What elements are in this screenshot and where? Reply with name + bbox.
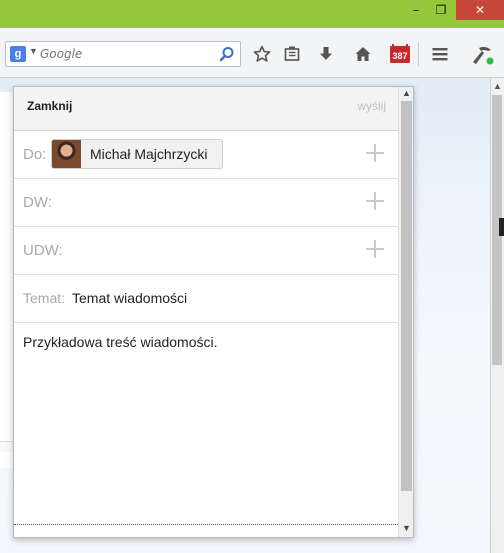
recipient-name: Michał Majchrzycki (90, 146, 208, 162)
calendar-badge-count: 387 (392, 51, 407, 61)
add-recipient-icon[interactable] (364, 142, 386, 164)
search-input[interactable] (40, 45, 220, 63)
scroll-up-icon[interactable]: ▲ (402, 88, 411, 98)
body-bottom-border (14, 524, 398, 525)
bookmark-star-icon[interactable] (250, 42, 274, 66)
compose-panel: Zamknij wyślij Do: Michał Majchrzycki DW… (13, 86, 414, 538)
add-bcc-icon[interactable] (364, 238, 386, 260)
to-label: Do: (23, 146, 47, 163)
cc-label: DW: (23, 194, 52, 211)
avatar (52, 140, 81, 168)
recipient-chip[interactable]: Michał Majchrzycki (51, 139, 223, 169)
subject-label: Temat: (23, 290, 66, 306)
compose-header: Zamknij wyślij (14, 87, 398, 131)
chevron-down-icon[interactable]: ▼ (29, 46, 38, 56)
menu-icon[interactable] (428, 42, 452, 66)
restore-button[interactable]: ❐ (428, 0, 454, 20)
close-window-button[interactable]: ✕ (456, 0, 504, 20)
scroll-up-icon[interactable]: ▲ (493, 81, 502, 91)
addon-icon[interactable] (470, 42, 494, 66)
page-content-strip (0, 92, 14, 442)
compose-scrollbar[interactable]: ▲ ▼ (398, 87, 413, 537)
bcc-row[interactable]: UDW: (14, 227, 398, 275)
page-content-strip (0, 452, 14, 468)
browser-toolbar: g ▼ 387 (0, 28, 504, 78)
cc-row[interactable]: DW: (14, 179, 398, 227)
bcc-label: UDW: (23, 242, 63, 259)
close-compose-button[interactable]: Zamknij (27, 99, 72, 113)
search-box[interactable]: g ▼ (5, 41, 241, 67)
add-cc-icon[interactable] (364, 190, 386, 212)
calendar-icon[interactable]: 387 (388, 42, 412, 66)
to-row[interactable]: Do: Michał Majchrzycki (14, 131, 398, 179)
toolbar-separator (418, 42, 419, 66)
search-engine-icon[interactable]: g (10, 46, 26, 62)
compose-scrollbar-thumb[interactable] (401, 101, 412, 491)
page-edge-marker (499, 218, 504, 236)
window-titlebar: – ❐ ✕ (0, 0, 504, 28)
reading-list-icon[interactable] (280, 42, 304, 66)
subject-row[interactable]: Temat: Temat wiadomości (14, 275, 398, 323)
send-button[interactable]: wyślij (357, 99, 386, 113)
search-go-icon[interactable] (219, 46, 235, 62)
subject-field[interactable]: Temat wiadomości (72, 290, 187, 306)
message-body[interactable]: Przykładowa treść wiadomości. (23, 334, 218, 350)
minimize-button[interactable]: – (404, 0, 428, 20)
download-icon[interactable] (314, 42, 338, 66)
scroll-down-icon[interactable]: ▼ (402, 523, 411, 533)
home-icon[interactable] (351, 42, 375, 66)
